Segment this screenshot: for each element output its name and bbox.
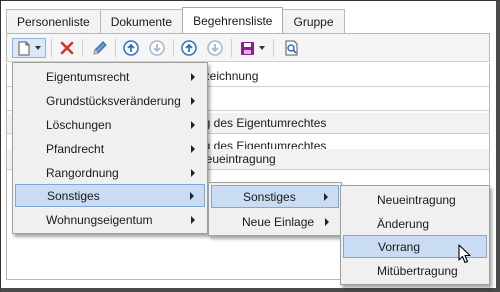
submenu-arrow-icon (191, 215, 195, 224)
toolbar (6, 34, 490, 62)
submenu-arrow-icon (191, 144, 195, 153)
arrow-up-circle-icon (123, 40, 139, 56)
preview-button[interactable] (281, 38, 301, 58)
arrow-up-circle-icon (181, 40, 197, 56)
sonstiges-submenu: Sonstiges Neue Einlage (208, 182, 342, 236)
menu-item-pfandrecht[interactable]: Pfandrecht (15, 137, 205, 160)
chevron-down-icon (258, 46, 265, 50)
submenu-arrow-icon (191, 72, 195, 81)
menu-item-label: Änderung (377, 216, 430, 231)
tab-gruppe[interactable]: Gruppe (282, 9, 345, 33)
submenu-arrow-icon (325, 217, 329, 226)
menu-item-label: Wohnungseigentum (46, 212, 153, 227)
tab-dokumente[interactable]: Dokumente (99, 9, 184, 33)
submenu-arrow-icon (191, 96, 195, 105)
menu-item-label: Neue Einlage (242, 214, 315, 229)
delete-x-icon (60, 41, 74, 55)
menu-item-label: Neueintragung (377, 192, 456, 207)
pencil-icon (92, 40, 107, 56)
save-dropdown-button[interactable] (237, 38, 267, 58)
menu-item-label: Löschungen (46, 117, 112, 132)
menu-item-sonstiges[interactable]: Sonstiges (15, 184, 205, 207)
new-dropdown-button[interactable] (12, 38, 46, 58)
toolbar-separator (173, 39, 174, 57)
menu-item-label: Rangordnung (46, 165, 119, 180)
toolbar-separator (51, 39, 52, 57)
menu-item-eigentumsrecht[interactable]: Eigentumsrecht (15, 65, 205, 88)
menu-item-aenderung[interactable]: Änderung (343, 212, 487, 235)
move-down-button-2[interactable] (205, 38, 225, 58)
menu-item-neue-einlage[interactable]: Neue Einlage (211, 210, 339, 233)
chevron-down-icon (34, 46, 41, 50)
toolbar-separator (273, 39, 274, 57)
save-disk-icon (240, 41, 255, 56)
toolbar-separator (82, 39, 83, 57)
edit-button[interactable] (89, 38, 109, 58)
arrow-down-circle-icon (149, 40, 165, 56)
menu-item-neueintragung[interactable]: Neueintragung (343, 188, 487, 211)
document-search-icon (284, 40, 299, 56)
arrow-down-circle-icon (207, 40, 223, 56)
new-document-icon (18, 41, 30, 56)
tab-personenliste[interactable]: Personenliste (6, 9, 101, 33)
submenu-arrow-icon (191, 120, 195, 129)
new-menu: Eigentumsrecht Grundstücksveränderung Lö… (12, 62, 208, 234)
row-text: ng des Eigentumrechtes (197, 116, 327, 130)
menu-item-rangordnung[interactable]: Rangordnung (15, 161, 205, 184)
submenu-arrow-icon (191, 168, 195, 177)
move-up-button[interactable] (121, 38, 141, 58)
menu-item-label: Vorrang (378, 239, 421, 254)
menu-item-label: Mitübertragung (377, 263, 458, 278)
menu-item-label: Sonstiges (243, 189, 296, 204)
menu-item-label: Pfandrecht (46, 141, 105, 156)
submenu-arrow-icon (324, 192, 328, 201)
menu-item-label: Sonstiges (47, 188, 100, 203)
menu-item-loeschungen[interactable]: Löschungen (15, 113, 205, 136)
tab-begehrensliste[interactable]: Begehrensliste (182, 7, 284, 33)
mouse-pointer-icon (458, 244, 472, 267)
submenu-arrow-icon (190, 191, 194, 200)
menu-item-label: Grundstücksveränderung (46, 93, 181, 108)
move-down-button[interactable] (147, 38, 167, 58)
sonstiges-actions-submenu: Neueintragung Änderung Vorrang Mitübertr… (340, 185, 490, 285)
toolbar-separator (115, 39, 116, 57)
menu-item-wohnungseigentum[interactable]: Wohnungseigentum (15, 208, 205, 231)
move-up-button-2[interactable] (179, 38, 199, 58)
menu-item-sonstiges-sub[interactable]: Sonstiges (211, 185, 339, 208)
delete-button[interactable] (57, 38, 77, 58)
menu-item-grundstuecksveraenderung[interactable]: Grundstücksveränderung (15, 89, 205, 112)
menu-item-label: Eigentumsrecht (46, 69, 130, 84)
tab-bar: Personenliste Dokumente Begehrensliste G… (6, 7, 345, 34)
toolbar-separator (231, 39, 232, 57)
row-text: Neueintragung (197, 152, 276, 166)
